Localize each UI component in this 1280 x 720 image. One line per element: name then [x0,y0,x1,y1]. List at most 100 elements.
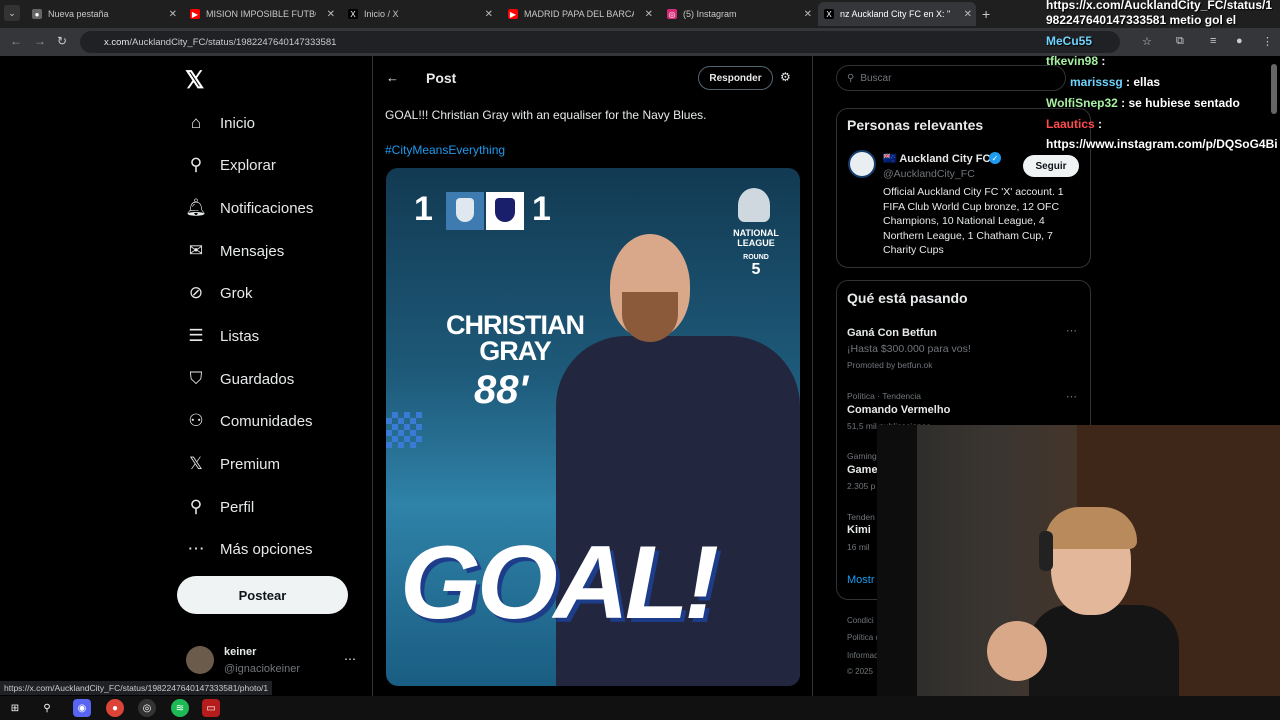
nav-guardados[interactable]: ⛉ Guardados [186,364,295,394]
tab-nueva-pestana[interactable]: ● Nueva pestaña ✕ [26,2,181,26]
windows-icon[interactable]: ⊞ [6,699,24,717]
trend-item-name[interactable]: Ganá Con Betfun [847,327,937,339]
footer-link[interactable]: Condici [847,616,874,625]
tab-youtube-1[interactable]: ▶ MISION IMPOSIBLE FUTBOLER/ ✕ [184,2,339,26]
trend-more-icon[interactable]: ⋯ [1066,324,1077,337]
footer-link[interactable]: Informac [847,651,878,660]
club-avatar[interactable] [848,150,876,178]
more-icon: ⋯ [187,539,205,558]
chat-message: Laautics : [1046,117,1103,131]
away-crest [486,192,524,230]
account-handle[interactable]: @ignaciokeiner [224,663,300,675]
chrome-icon: ● [32,9,42,19]
reload-icon[interactable]: ↻ [57,34,67,48]
show-more-link[interactable]: Mostr [847,574,875,586]
post-image[interactable]: 1 1 NATIONAL LEAGUE ROUND 5 CHRISTIAN GR… [386,168,800,686]
trend-item-meta: Política · Tendencia [847,391,922,401]
menu-icon[interactable]: ⋮ [1262,35,1273,48]
search-input[interactable]: ⚲ Buscar [836,65,1066,91]
x-icon: X [824,9,834,19]
page-title: Post [426,70,457,86]
stream-app-icon[interactable]: ▭ [202,699,220,717]
discord-icon[interactable]: ◉ [73,699,91,717]
headset-icon [1039,531,1053,571]
nav-mas-opciones[interactable]: ⋯ Más opciones [186,534,313,564]
search-icon: ⚲ [847,72,855,84]
filter-icon[interactable]: ⚙ [780,70,791,84]
chat-message: https://x.com/AucklandCity_FC/status/1 [1046,0,1273,12]
goal-minute: 88' [474,368,529,412]
trend-more-icon[interactable]: ⋯ [1066,390,1077,403]
post-text: GOAL!!! Christian Gray with an equaliser… [385,108,707,122]
spotify-icon[interactable]: ≋ [171,699,189,717]
close-icon[interactable]: ✕ [964,9,972,20]
chrome-icon[interactable]: ● [106,699,124,717]
tab-auckland-post[interactable]: X nz Auckland City FC en X: "88' ✕ [818,2,976,26]
extensions-icon[interactable]: ⧉ [1176,35,1184,48]
back-icon[interactable]: ← [10,34,22,48]
x-icon: 𝕏 [189,454,203,473]
profile-icon[interactable]: ● [1236,35,1243,47]
trend-item-name[interactable]: Comando Vermelho [847,404,950,416]
trend-item-name[interactable]: Game [847,464,878,476]
trend-item-extra: 16 mil [847,542,870,552]
nav-comunidades[interactable]: ⚇ Comunidades [186,406,312,436]
cam-background [877,425,917,720]
nav-notificaciones[interactable]: 🔔︎ Notificaciones [185,193,313,223]
bookmark-star-icon[interactable]: ☆ [1142,35,1152,48]
close-icon[interactable]: ✕ [645,9,653,20]
verified-icon: ✓ [989,152,1001,164]
follow-button[interactable]: Seguir [1023,155,1079,177]
trophy-icon [738,188,770,222]
player-name: CHRISTIAN GRAY [446,310,585,366]
chat-message: 982247640147333581 metio gol el [1046,13,1237,27]
tab-search-button[interactable]: ⌄ [4,5,20,21]
chat-message: https://www.instagram.com/p/DQSoG4Bi [1046,137,1278,151]
media-icon[interactable]: ≡ [1210,35,1216,47]
nav-premium[interactable]: 𝕏 Premium [186,449,280,479]
obs-icon[interactable]: ◎ [138,699,156,717]
club-bio: Official Auckland City FC 'X' account. 1… [883,186,1064,256]
close-icon[interactable]: ✕ [169,9,177,20]
post-button[interactable]: Postear [177,576,348,614]
search-icon[interactable]: ⚲ [38,699,56,717]
chat-message: marisssg : ellas [1070,75,1161,89]
forward-icon[interactable]: → [34,34,46,48]
club-name[interactable]: 🇳🇿 Auckland City FC [883,152,990,165]
instagram-icon: ◎ [667,9,677,19]
checker-pattern [386,412,422,448]
trend-item-name[interactable]: Kimi [847,524,871,536]
nav-mensajes[interactable]: ✉ Mensajes [186,236,284,266]
x-logo[interactable]: 𝕏 [185,66,204,95]
bookmark-icon: ⛉ [189,369,203,388]
footer-link[interactable]: Política c [847,633,879,642]
scrollbar[interactable] [1271,64,1277,114]
nav-explorar[interactable]: ⚲ Explorar [186,150,276,180]
trend-item-meta: Tenden [847,512,875,522]
home-crest [446,192,484,230]
home-icon: ⌂ [190,113,202,132]
account-more-icon[interactable]: ⋯ [344,652,356,666]
nav-listas[interactable]: ☰ Listas [186,321,259,351]
account-avatar[interactable] [186,646,214,674]
tab-instagram[interactable]: ◎ (5) Instagram ✕ [661,2,816,26]
nav-grok[interactable]: ⊘ Grok [186,278,253,308]
footer-link: © 2025 [847,667,873,676]
account-name[interactable]: keiner [224,646,256,658]
mail-icon: ✉ [188,241,204,260]
tab-inicio-x[interactable]: X Inicio / X ✕ [342,2,497,26]
trend-item-meta: Gaming [847,451,877,461]
tab-youtube-2[interactable]: ▶ MADRID PAPA DEL BARCA?? - ✕ [502,2,657,26]
new-tab-button[interactable]: + [982,6,990,22]
address-bar[interactable]: x.com/AucklandCity_FC/status/19822476401… [80,31,1120,53]
close-icon[interactable]: ✕ [327,9,335,20]
close-icon[interactable]: ✕ [485,9,493,20]
close-icon[interactable]: ✕ [804,9,812,20]
league-label: NATIONAL LEAGUE [733,228,779,248]
post-hashtag[interactable]: #CityMeansEverything [385,143,505,157]
nav-inicio[interactable]: ⌂ Inicio [186,108,255,138]
back-arrow-icon[interactable]: ← [386,70,399,85]
reply-button[interactable]: Responder [698,66,773,90]
club-handle[interactable]: @AucklandCity_FC [883,168,975,180]
nav-perfil[interactable]: ⚲ Perfil [186,492,254,522]
